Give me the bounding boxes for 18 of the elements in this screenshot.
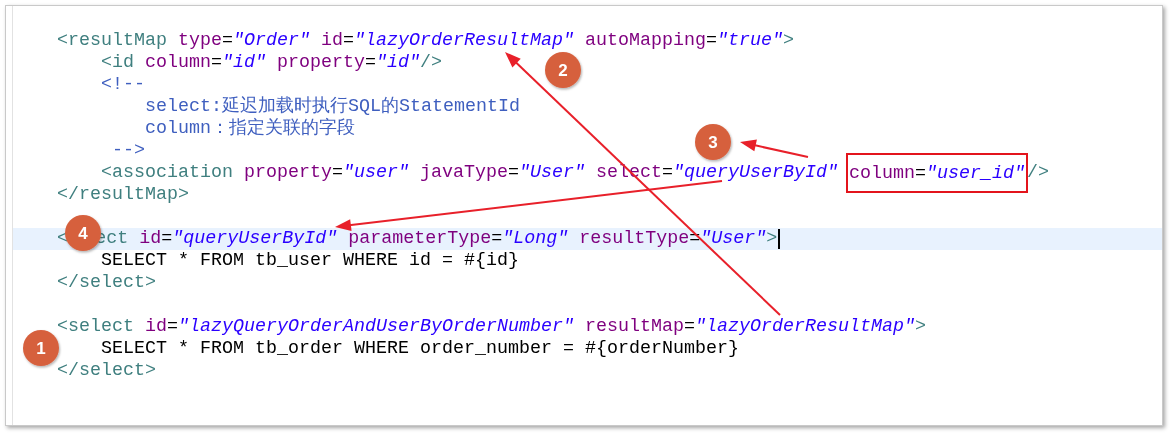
code-line: --> [111, 140, 145, 162]
code-line: select:延迟加载时执行SQL的StatementId [144, 96, 520, 118]
code-line: <resultMap type="Order" id="lazyOrderResultMap" autoMapping="true"> [57, 30, 794, 52]
number-badge: 3 [695, 124, 731, 160]
code-line: /> [1026, 162, 1049, 184]
number-badge: 1 [23, 330, 59, 366]
code-line: </select> [57, 360, 156, 382]
code-line: column：指定关联的字段 [144, 118, 355, 140]
code-line: </resultMap> [57, 184, 189, 206]
code-line: <id column="id" property="id"/> [100, 52, 442, 74]
code-line: <!-- [100, 74, 145, 96]
code-line: column="user_id" [848, 163, 1025, 184]
code-line: </select> [57, 272, 156, 294]
number-badge: 2 [545, 52, 581, 88]
code-line: SELECT * FROM tb_order WHERE order_number = #{orderNumber} [100, 338, 739, 360]
text-cursor [778, 229, 781, 249]
code-line: <select id="lazyQueryOrderAndUserByOrderNumber" resultMap="lazyOrderResultMap"> [57, 316, 926, 338]
code-line: SELECT * FROM tb_user WHERE id = #{id} [100, 250, 519, 272]
